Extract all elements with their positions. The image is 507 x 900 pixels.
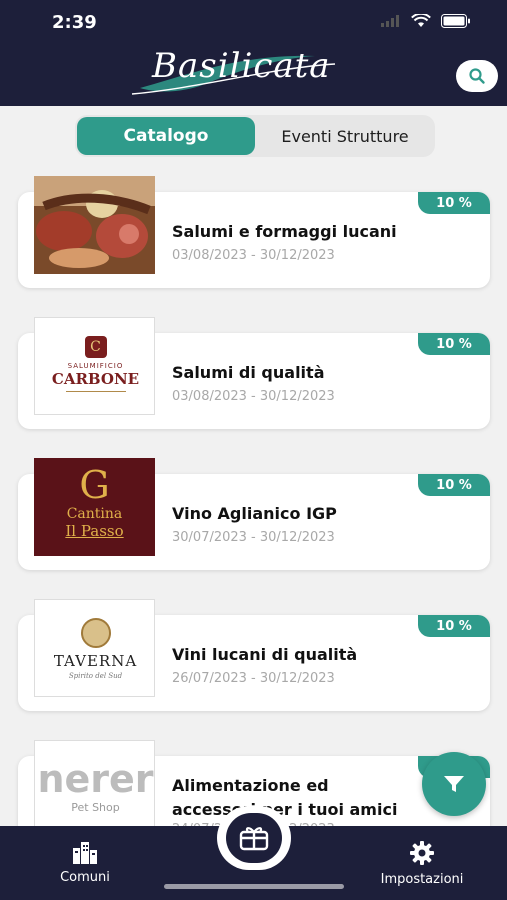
- status-icons: [381, 14, 471, 28]
- card-title: Vino Aglianico IGP: [172, 504, 337, 523]
- card-title: Salumi e formaggi lucani: [172, 222, 397, 241]
- card-dates: 03/08/2023 - 30/12/2023: [172, 389, 335, 404]
- logo-text: Basilicata: [152, 46, 331, 86]
- home-indicator: [164, 884, 344, 889]
- card-thumbnail[interactable]: nerer Pet Shop: [34, 740, 155, 840]
- search-button[interactable]: [456, 60, 498, 92]
- basilicata-logo: Basilicata: [130, 44, 340, 102]
- status-time: 2:39: [52, 12, 97, 33]
- taverna-logo: TAVERNA Spirito del Sud: [35, 600, 154, 696]
- tab-catalogo[interactable]: Catalogo: [77, 117, 255, 155]
- filter-icon: [444, 776, 464, 792]
- nav-comuni[interactable]: Comuni: [25, 840, 145, 885]
- carbone-logo: C SALUMIFICIO CARBONE: [35, 318, 154, 414]
- card-title: Salumi di qualità: [172, 363, 325, 382]
- card-thumbnail[interactable]: [34, 176, 155, 274]
- filter-button[interactable]: [422, 752, 486, 816]
- card-title: Vini lucani di qualità: [172, 645, 358, 664]
- city-buildings-icon: [73, 842, 97, 864]
- salumi-photo: [34, 176, 155, 274]
- card-dates: 26/07/2023 - 30/12/2023: [172, 671, 335, 686]
- gift-card-icon: [239, 827, 269, 851]
- discount-badge: 10 %: [418, 333, 490, 355]
- center-catalog-button[interactable]: [217, 806, 291, 870]
- app-header: 2:39 Basilicata: [0, 0, 507, 106]
- nav-label-impostazioni: Impostazioni: [380, 872, 464, 887]
- nav-label-comuni: Comuni: [60, 870, 110, 885]
- search-icon: [469, 68, 485, 84]
- signal-icon: [381, 15, 399, 27]
- battery-icon: [441, 14, 470, 28]
- discount-badge: 10 %: [418, 615, 490, 637]
- card-thumbnail[interactable]: C SALUMIFICIO CARBONE: [34, 317, 155, 415]
- card-dates: 03/08/2023 - 30/12/2023: [172, 248, 335, 263]
- wifi-icon: [411, 14, 431, 27]
- catalog-segment-control: Catalogo Eventi Strutture: [75, 115, 435, 157]
- card-thumbnail[interactable]: G Cantina Il Passo: [34, 458, 155, 556]
- cantina-logo: G Cantina Il Passo: [65, 463, 124, 540]
- card-dates: 30/07/2023 - 30/12/2023: [172, 530, 335, 545]
- card-thumbnail[interactable]: TAVERNA Spirito del Sud: [34, 599, 155, 697]
- gear-icon: [410, 841, 434, 865]
- discount-badge: 10 %: [418, 192, 490, 214]
- discount-badge: 10 %: [418, 474, 490, 496]
- nav-impostazioni[interactable]: Impostazioni: [362, 840, 482, 887]
- tab-eventi-strutture[interactable]: Eventi Strutture: [257, 117, 433, 155]
